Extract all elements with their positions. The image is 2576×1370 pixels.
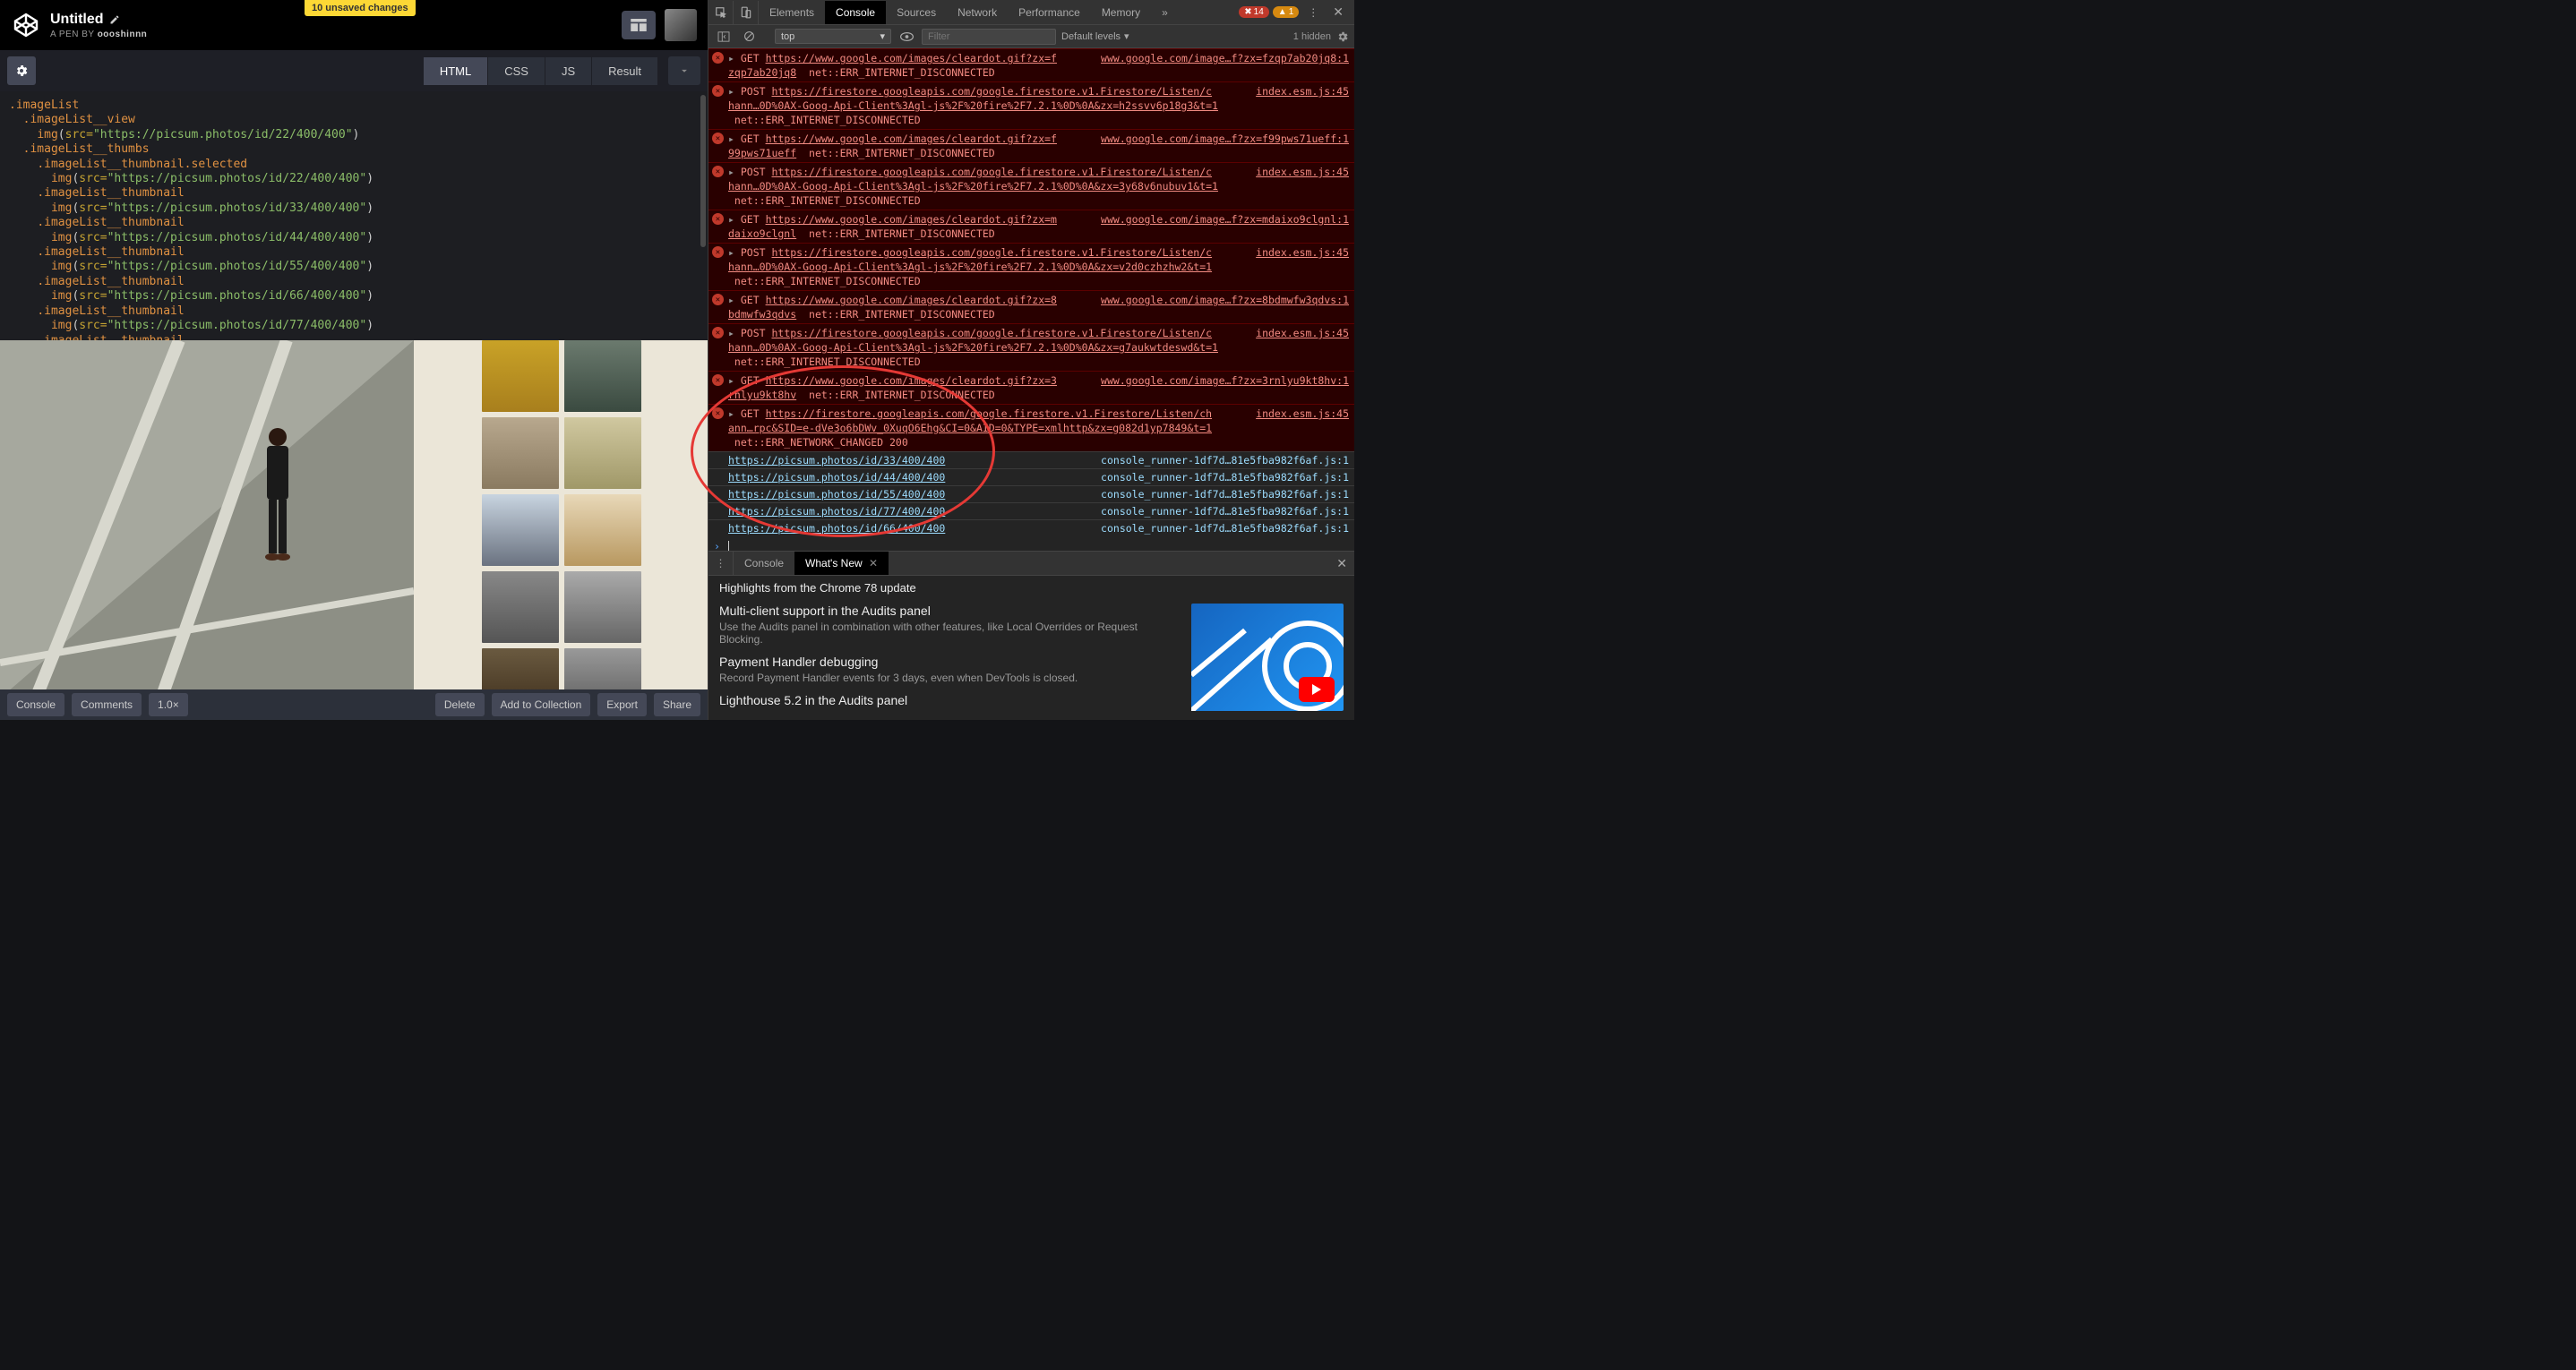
article-heading: Lighthouse 5.2 in the Audits panel [719, 693, 1179, 707]
error-count-badge[interactable]: ✖ 14 [1239, 6, 1269, 18]
devtools-menu-icon[interactable]: ⋮ [1302, 6, 1324, 19]
thumbnail[interactable] [564, 340, 641, 412]
youtube-play-icon[interactable] [1299, 677, 1335, 702]
console-error-row[interactable]: ✕▸ GET https://www.google.com/images/cle… [708, 129, 1354, 162]
context-selector[interactable]: top▾ [775, 29, 891, 44]
drawer-tabbar: ⋮ Console What's New ✕ ✕ [708, 551, 1354, 576]
device-icon[interactable] [734, 1, 759, 24]
preview-thumbnails [477, 340, 708, 689]
tab-performance[interactable]: Performance [1008, 1, 1091, 24]
thumbnail[interactable] [482, 494, 559, 566]
article-heading: Multi-client support in the Audits panel [719, 604, 1179, 618]
console-error-row[interactable]: ✕▸ GET https://www.google.com/images/cle… [708, 371, 1354, 404]
console-filter-bar: top▾ Default levels ▾ 1 hidden [708, 25, 1354, 48]
unsaved-badge: 10 unsaved changes [305, 0, 416, 16]
tab-network[interactable]: Network [947, 1, 1008, 24]
live-expression-icon[interactable] [897, 27, 916, 47]
editor-toolbar: HTML CSS JS Result [0, 50, 708, 91]
video-thumbnail[interactable] [1191, 604, 1344, 711]
thumbnail[interactable] [564, 648, 641, 689]
drawer-menu-icon[interactable]: ⋮ [708, 552, 734, 575]
inspect-icon[interactable] [708, 1, 734, 24]
thumbnail[interactable] [482, 648, 559, 689]
footer-export-button[interactable]: Export [597, 693, 647, 716]
console-output[interactable]: ✕▸ GET https://www.google.com/images/cle… [708, 48, 1354, 551]
log-levels-selector[interactable]: Default levels ▾ [1061, 30, 1129, 42]
console-error-row[interactable]: ✕▸ GET https://firestore.googleapis.com/… [708, 404, 1354, 451]
result-preview [0, 340, 708, 689]
editor-tabs: HTML CSS JS Result [424, 57, 657, 85]
article-body: Record Payment Handler events for 3 days… [719, 672, 1179, 684]
console-prompt[interactable]: › [708, 536, 1354, 551]
console-sidebar-icon[interactable] [714, 27, 734, 47]
thumbnail[interactable] [564, 571, 641, 643]
whats-new-panel: Highlights from the Chrome 78 update Mul… [708, 576, 1354, 720]
whatsnew-headline: Highlights from the Chrome 78 update [719, 581, 1344, 595]
console-error-row[interactable]: ✕▸ GET https://www.google.com/images/cle… [708, 48, 1354, 81]
tab-console[interactable]: Console [825, 1, 886, 24]
thumbnail[interactable] [482, 340, 559, 412]
article-heading: Payment Handler debugging [719, 655, 1179, 669]
console-error-row[interactable]: ✕▸ POST https://firestore.googleapis.com… [708, 162, 1354, 210]
tab-elements[interactable]: Elements [759, 1, 825, 24]
hidden-count[interactable]: 1 hidden [1293, 31, 1331, 42]
tab-result[interactable]: Result [591, 57, 657, 85]
devtools-close-icon[interactable]: ✕ [1327, 4, 1349, 20]
pen-byline: A PEN BY oooshinnn [50, 30, 622, 39]
thumbnail[interactable] [482, 571, 559, 643]
edit-icon[interactable] [109, 14, 120, 25]
collapse-editor-button[interactable] [668, 56, 700, 85]
drawer-close-icon[interactable]: ✕ [1329, 556, 1354, 571]
console-error-row[interactable]: ✕▸ POST https://firestore.googleapis.com… [708, 243, 1354, 290]
console-error-row[interactable]: ✕▸ GET https://www.google.com/images/cle… [708, 290, 1354, 323]
preview-main-image [0, 340, 414, 689]
footer-console-button[interactable]: Console [7, 693, 64, 716]
footer-delete-button[interactable]: Delete [435, 693, 485, 716]
thumbnail[interactable] [564, 494, 641, 566]
drawer-tab-whatsnew[interactable]: What's New ✕ [794, 552, 889, 575]
footer-share-button[interactable]: Share [654, 693, 700, 716]
close-tab-icon[interactable]: ✕ [865, 557, 878, 569]
tab-css[interactable]: CSS [487, 57, 545, 85]
code-editor[interactable]: .imageList .imageList__view img(src="htt… [0, 91, 708, 340]
devtools-tabbar: Elements Console Sources Network Perform… [708, 0, 1354, 25]
console-settings-icon[interactable] [1336, 30, 1349, 43]
codepen-logo-icon[interactable] [11, 10, 41, 40]
editor-scrollbar[interactable] [699, 91, 708, 340]
user-avatar[interactable] [665, 9, 697, 41]
console-error-row[interactable]: ✕▸ GET https://www.google.com/images/cle… [708, 210, 1354, 243]
console-error-row[interactable]: ✕▸ POST https://firestore.googleapis.com… [708, 81, 1354, 129]
tab-js[interactable]: JS [545, 57, 591, 85]
devtools-panel: Elements Console Sources Network Perform… [708, 0, 1354, 720]
thumbnail[interactable] [564, 417, 641, 489]
tab-html[interactable]: HTML [424, 57, 487, 85]
settings-button[interactable] [7, 56, 36, 85]
codepen-footer: Console Comments 1.0× Delete Add to Coll… [0, 689, 708, 720]
console-error-row[interactable]: ✕▸ POST https://firestore.googleapis.com… [708, 323, 1354, 371]
footer-comments-button[interactable]: Comments [72, 693, 142, 716]
change-view-button[interactable] [622, 11, 656, 39]
footer-zoom[interactable]: 1.0× [149, 693, 188, 716]
article-body: Use the Audits panel in combination with… [719, 621, 1179, 646]
console-log-row[interactable]: https://picsum.photos/id/77/400/400conso… [708, 502, 1354, 519]
thumbnail[interactable] [482, 417, 559, 489]
console-log-row[interactable]: https://picsum.photos/id/44/400/400conso… [708, 468, 1354, 485]
console-log-row[interactable]: https://picsum.photos/id/66/400/400conso… [708, 519, 1354, 536]
tab-sources[interactable]: Sources [886, 1, 947, 24]
tabs-overflow-icon[interactable]: » [1151, 1, 1179, 24]
warning-count-badge[interactable]: ▲ 1 [1273, 6, 1299, 18]
footer-add-button[interactable]: Add to Collection [492, 693, 591, 716]
codepen-panel: 10 unsaved changes Untitled A PEN BY ooo… [0, 0, 708, 720]
clear-console-icon[interactable] [739, 27, 759, 47]
filter-input[interactable] [922, 29, 1056, 45]
drawer-tab-console[interactable]: Console [734, 552, 794, 575]
tab-memory[interactable]: Memory [1091, 1, 1151, 24]
console-log-row[interactable]: https://picsum.photos/id/55/400/400conso… [708, 485, 1354, 502]
console-log-row[interactable]: https://picsum.photos/id/33/400/400conso… [708, 451, 1354, 468]
